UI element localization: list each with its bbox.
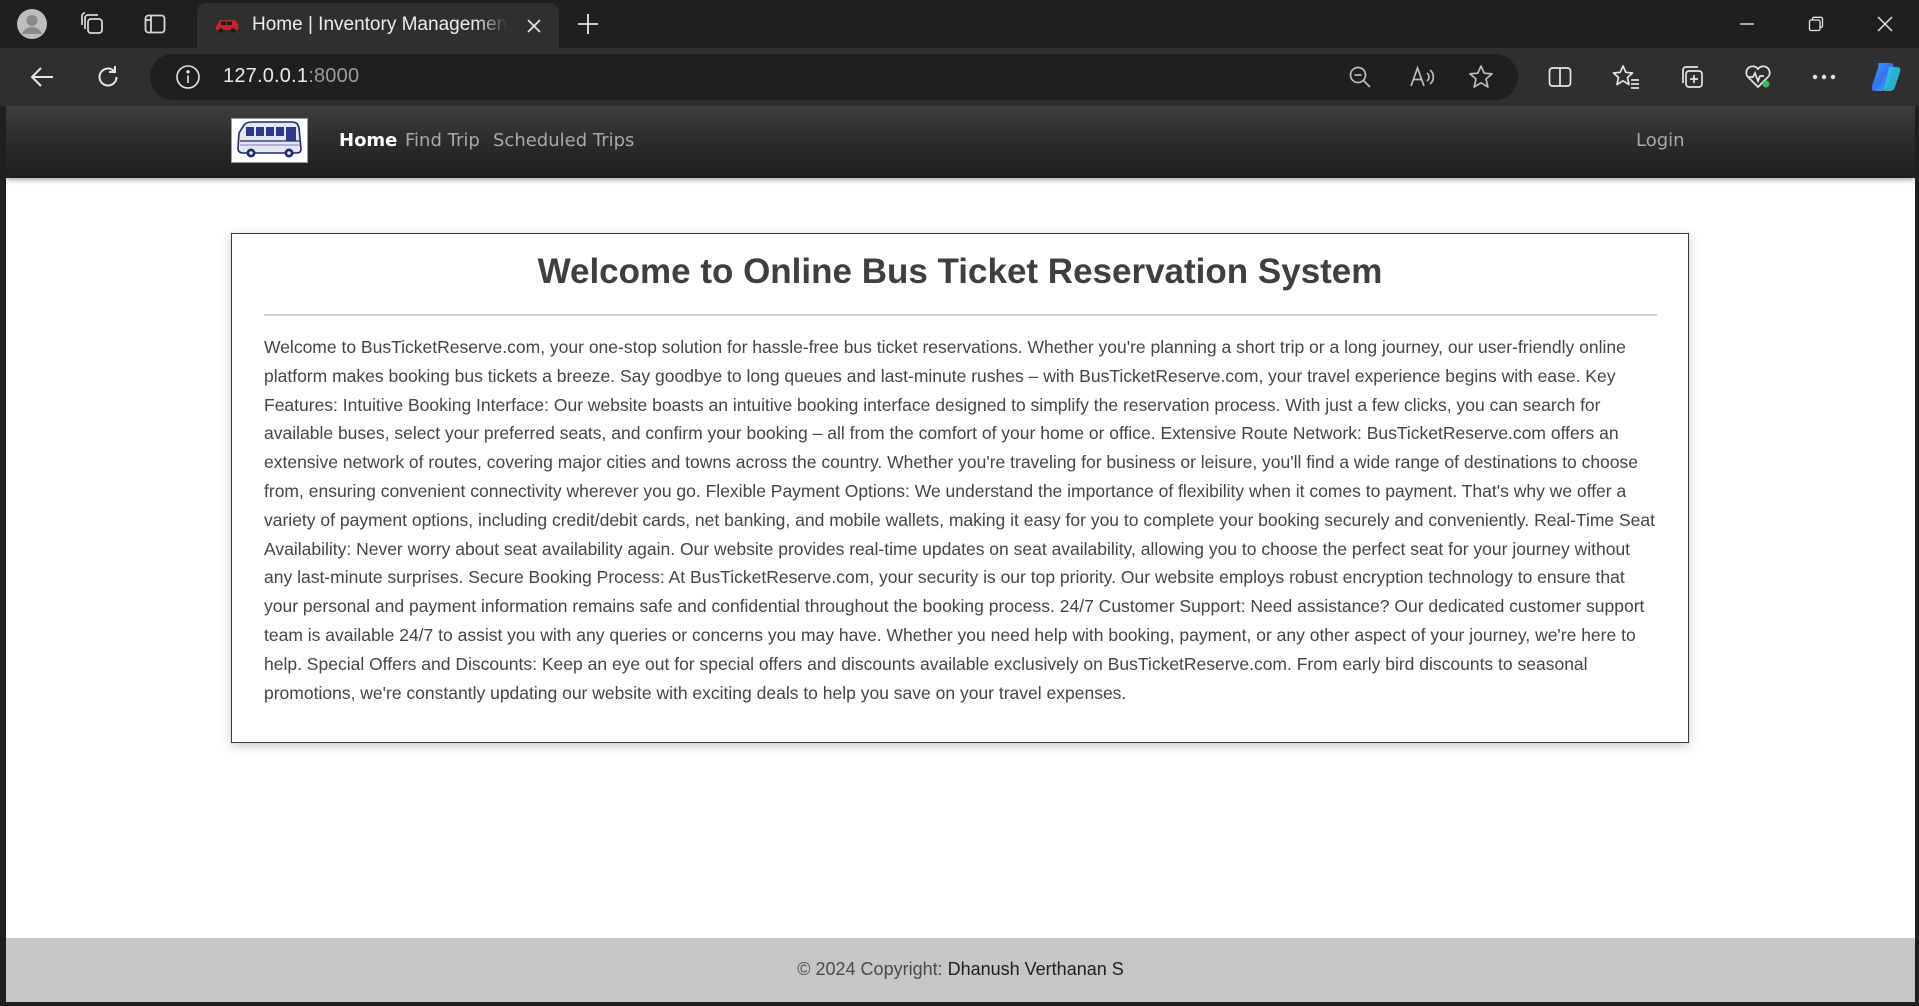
- welcome-paragraph: Welcome to BusTicketReserve.com, your on…: [264, 337, 1656, 703]
- active-tab[interactable]: Home | Inventory Management S: [197, 3, 559, 48]
- favorites-icon[interactable]: [1606, 57, 1646, 97]
- collections-icon[interactable]: [1672, 57, 1712, 97]
- close-window-icon[interactable]: [1852, 0, 1918, 48]
- url-host: 127.0.0.1: [223, 65, 309, 87]
- page-viewport: Home Find Trip Scheduled Trips Login Wel…: [6, 106, 1915, 1002]
- site-navbar: Home Find Trip Scheduled Trips Login: [6, 106, 1915, 178]
- read-aloud-icon[interactable]: [1406, 61, 1438, 93]
- refresh-icon[interactable]: [88, 57, 128, 97]
- workspaces-icon[interactable]: [75, 6, 111, 42]
- nav-scheduled-trips[interactable]: Scheduled Trips: [493, 130, 634, 151]
- browser-titlebar: Home | Inventory Management S: [0, 0, 1919, 48]
- footer-prefix: © 2024 Copyright:: [797, 959, 948, 979]
- split-screen-icon[interactable]: [1540, 57, 1580, 97]
- browser-toolbar: 127.0.0.1:8000: [0, 48, 1919, 106]
- url-text[interactable]: 127.0.0.1:8000: [223, 65, 359, 88]
- welcome-card: Welcome to Online Bus Ticket Reservation…: [231, 233, 1689, 743]
- bus-logo[interactable]: [231, 118, 308, 163]
- nav-find-trip[interactable]: Find Trip: [405, 130, 480, 151]
- title-divider: [264, 314, 1657, 316]
- tab-close-icon[interactable]: [521, 13, 547, 39]
- url-port: :8000: [308, 65, 360, 87]
- more-icon[interactable]: [1804, 57, 1844, 97]
- new-tab-icon[interactable]: [570, 6, 606, 42]
- tab-actions-icon[interactable]: [137, 6, 173, 42]
- site-footer: © 2024 Copyright: Dhanush Verthanan S: [6, 938, 1915, 1002]
- profile-icon[interactable]: [14, 6, 50, 42]
- address-bar[interactable]: 127.0.0.1:8000: [150, 54, 1518, 100]
- restore-icon[interactable]: [1783, 0, 1849, 48]
- nav-login[interactable]: Login: [1636, 130, 1685, 151]
- tab-title: Home | Inventory Management S: [252, 14, 507, 35]
- minimize-icon[interactable]: [1714, 0, 1780, 48]
- back-icon[interactable]: [22, 57, 62, 97]
- footer-author-link[interactable]: Dhanush Verthanan S: [948, 959, 1124, 979]
- copilot-icon[interactable]: [1866, 57, 1906, 97]
- site-info-icon[interactable]: [172, 61, 204, 93]
- zoom-out-icon[interactable]: [1344, 61, 1376, 93]
- footer-copyright: © 2024 Copyright: Dhanush Verthanan S: [6, 959, 1915, 980]
- page-title: Welcome to Online Bus Ticket Reservation…: [537, 252, 1383, 291]
- browser-essentials-icon[interactable]: [1738, 57, 1778, 97]
- favorite-star-icon[interactable]: [1465, 61, 1497, 93]
- bus-favicon-icon: [215, 15, 239, 35]
- nav-home[interactable]: Home: [339, 130, 397, 151]
